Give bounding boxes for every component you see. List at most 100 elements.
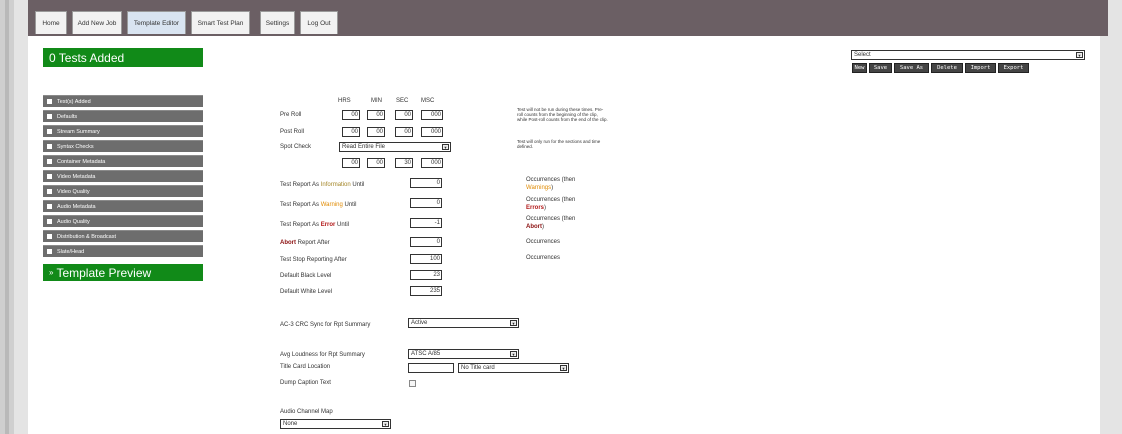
audio-channel-map-label: Audio Channel Map <box>280 409 333 415</box>
sidebar-item-audio-quality[interactable]: Audio Quality <box>43 215 203 227</box>
post-roll-min-input[interactable]: 00 <box>367 127 385 137</box>
sidebar-item-label: Audio Quality <box>57 218 90 225</box>
ac3-crc-select[interactable]: Active ▼ <box>408 318 519 328</box>
template-preview-button[interactable]: » Template Preview <box>43 264 203 281</box>
stop-reporting-input[interactable]: 100 <box>410 254 442 264</box>
ac3-crc-value: Active <box>411 320 428 326</box>
hrs-header: HRS <box>338 98 351 104</box>
occ-info-prefix: Occurrences (then <box>526 177 576 183</box>
warning-until-input[interactable]: 0 <box>410 198 442 208</box>
export-button[interactable]: Export <box>998 63 1029 73</box>
abort-after-input[interactable]: 0 <box>410 237 442 247</box>
info-until-suffix: Until <box>350 182 365 188</box>
tab-template-editor[interactable]: Template Editor <box>127 11 186 34</box>
tab-add-new-job[interactable]: Add New Job <box>72 11 122 34</box>
error-until-prefix: Test Report As <box>280 222 321 228</box>
sidebar-item-defaults[interactable]: Defaults <box>43 110 203 122</box>
white-level-input[interactable]: 235 <box>410 286 442 296</box>
new-button[interactable]: New <box>852 63 867 73</box>
black-level-input[interactable]: 23 <box>410 270 442 280</box>
msc-header: MSC <box>421 98 435 104</box>
title-card-input[interactable] <box>408 363 454 373</box>
tab-settings[interactable]: Settings <box>260 11 295 34</box>
tab-smart-test-plan[interactable]: Smart Test Plan <box>191 11 250 34</box>
chevron-down-icon: ▼ <box>510 320 517 326</box>
spot-check-msc-input[interactable]: 000 <box>421 158 443 168</box>
tab-log-out[interactable]: Log Out <box>300 11 338 34</box>
occ-error-note: Occurrences (then Abort) <box>526 215 575 231</box>
pre-roll-msc-input[interactable]: 000 <box>421 110 443 120</box>
pre-roll-sec-input[interactable]: 00 <box>395 110 413 120</box>
abort-word: Abort <box>280 240 296 246</box>
square-icon <box>47 129 52 134</box>
error-until-label: Test Report As Error Until <box>280 222 349 228</box>
template-select[interactable]: Select ▼ <box>851 50 1085 60</box>
dump-caption-checkbox[interactable] <box>409 380 416 387</box>
warning-until-label: Test Report As Warning Until <box>280 202 356 208</box>
post-roll-sec-input[interactable]: 00 <box>395 127 413 137</box>
dump-caption-label: Dump Caption Text <box>280 380 331 386</box>
error-until-input[interactable]: -1 <box>410 218 442 228</box>
import-button[interactable]: Import <box>965 63 996 73</box>
delete-button[interactable]: Delete <box>931 63 963 73</box>
occ-abort-note: Occurrences <box>526 239 561 245</box>
title-card-select[interactable]: No Title card ▼ <box>458 363 569 373</box>
square-icon <box>47 189 52 194</box>
occ-info-note: Occurrences (then Warnings) <box>526 176 575 192</box>
spot-check-select[interactable]: Read Entire File ▼ <box>339 142 451 152</box>
top-nav-bar <box>28 0 1108 36</box>
occ-error-word: Abort <box>526 224 542 230</box>
left-scroll-edge <box>0 0 14 434</box>
tab-home[interactable]: Home <box>35 11 67 34</box>
info-word: Information <box>320 182 351 188</box>
save-button[interactable]: Save <box>869 63 892 73</box>
spot-check-hrs-input[interactable]: 00 <box>342 158 360 168</box>
chevron-down-icon: ▼ <box>1076 52 1083 58</box>
sidebar-item-container-metadata[interactable]: Container Metadata <box>43 155 203 167</box>
tests-added-label: 0 Tests Added <box>49 50 125 65</box>
sidebar-item-stream-summary[interactable]: Stream Summary <box>43 125 203 137</box>
pre-roll-hrs-input[interactable]: 00 <box>342 110 360 120</box>
min-header: MIN <box>371 98 382 104</box>
post-roll-msc-input[interactable]: 000 <box>421 127 443 137</box>
post-roll-label: Post Roll <box>280 129 305 135</box>
sidebar-item-video-metadata[interactable]: Video Metadata <box>43 170 203 182</box>
spot-check-sec-input[interactable]: 30 <box>395 158 413 168</box>
warning-until-suffix: Until <box>342 202 357 208</box>
square-icon <box>47 114 52 119</box>
template-select-value: Select <box>854 52 871 58</box>
audio-channel-map-select[interactable]: None ▼ <box>280 419 391 429</box>
spot-check-value: Read Entire File <box>342 144 386 150</box>
square-icon <box>47 249 52 254</box>
sidebar-item-distribution-broadcast[interactable]: Distribution & Broadcast <box>43 230 203 242</box>
occ-info-suffix: ) <box>551 185 554 191</box>
stop-reporting-label: Test Stop Reporting After <box>280 257 347 263</box>
audio-channel-map-value: None <box>283 421 298 427</box>
avg-loudness-label: Avg Loudness for Rpt Summary <box>280 352 365 358</box>
post-roll-hrs-input[interactable]: 00 <box>342 127 360 137</box>
avg-loudness-select[interactable]: ATSC A/85 ▼ <box>408 349 519 359</box>
error-until-suffix: Until <box>335 222 350 228</box>
black-level-label: Default Black Level <box>280 273 332 279</box>
white-level-label: Default White Level <box>280 289 333 295</box>
square-icon <box>47 144 52 149</box>
avg-loudness-value: ATSC A/85 <box>411 351 441 357</box>
pre-roll-min-input[interactable]: 00 <box>367 110 385 120</box>
info-until-input[interactable]: 0 <box>410 178 442 188</box>
warning-word: Warning <box>320 202 343 208</box>
sidebar-item-slate-head[interactable]: Slate/Head <box>43 245 203 257</box>
spot-check-min-input[interactable]: 00 <box>367 158 385 168</box>
sidebar-item-label: Distribution & Broadcast <box>57 233 116 240</box>
sidebar-item-audio-metadata[interactable]: Audio Metadata <box>43 200 203 212</box>
sidebar-item-tests-added[interactable]: Test(s) Added <box>43 95 203 107</box>
occ-warning-note: Occurrences (then Errors) <box>526 196 575 212</box>
sidebar-item-video-quality[interactable]: Video Quality <box>43 185 203 197</box>
sidebar-item-label: Container Metadata <box>57 158 106 165</box>
sidebar-item-label: Video Metadata <box>57 173 96 180</box>
warning-until-prefix: Test Report As <box>280 202 321 208</box>
chevron-down-icon: ▼ <box>560 365 567 371</box>
square-icon <box>47 99 52 104</box>
sidebar-item-syntax-checks[interactable]: Syntax Checks <box>43 140 203 152</box>
save-as-button[interactable]: Save As <box>894 63 929 73</box>
sidebar-item-label: Video Quality <box>57 188 90 195</box>
